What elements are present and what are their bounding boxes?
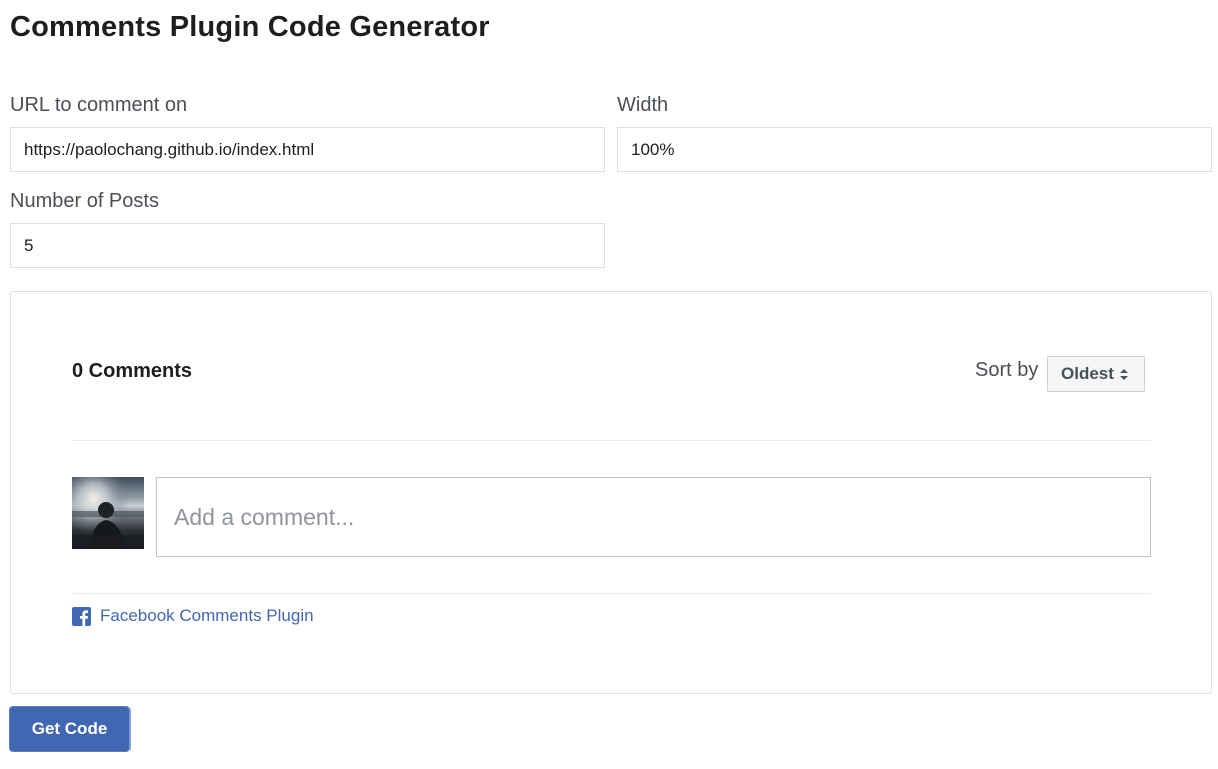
page-title: Comments Plugin Code Generator bbox=[10, 11, 490, 43]
sort-arrows-icon bbox=[1119, 368, 1128, 380]
avatar bbox=[72, 477, 144, 549]
width-label: Width bbox=[617, 94, 669, 116]
facebook-comments-plugin-link[interactable]: Facebook Comments Plugin bbox=[72, 606, 314, 626]
posts-input[interactable] bbox=[10, 223, 605, 268]
url-label: URL to comment on bbox=[10, 94, 188, 116]
sort-value: Oldest bbox=[1061, 364, 1114, 383]
comments-count: 0 Comments bbox=[72, 360, 193, 382]
url-input[interactable] bbox=[10, 127, 605, 172]
plugin-preview: 0 Comments Sort by Oldest Add a comment.… bbox=[10, 291, 1212, 694]
facebook-f-icon bbox=[72, 606, 91, 626]
sort-select[interactable]: Oldest bbox=[1047, 356, 1145, 392]
footer-divider bbox=[72, 593, 1151, 594]
width-input[interactable] bbox=[617, 127, 1212, 172]
sort-label: Sort by bbox=[975, 359, 1039, 381]
comment-input[interactable] bbox=[156, 477, 1151, 557]
header-divider bbox=[72, 440, 1151, 441]
plugin-link-text: Facebook Comments Plugin bbox=[100, 606, 314, 625]
posts-label: Number of Posts bbox=[10, 190, 159, 212]
get-code-button[interactable]: Get Code bbox=[10, 707, 129, 751]
